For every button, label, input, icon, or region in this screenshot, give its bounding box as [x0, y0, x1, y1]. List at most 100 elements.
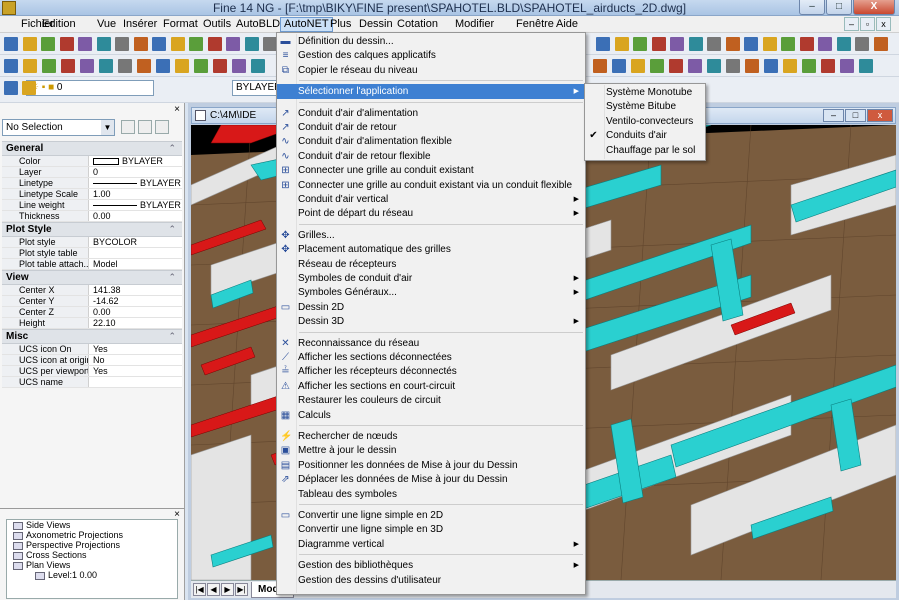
drawing-maximize-button[interactable]: □: [845, 109, 866, 122]
property-value[interactable]: Yes: [89, 366, 182, 376]
menu-fen-tre[interactable]: Fenêtre: [513, 17, 557, 32]
toolbar-button-icon[interactable]: [726, 59, 740, 73]
property-row[interactable]: Plot style BYCOLOR: [2, 237, 182, 248]
property-row[interactable]: Line weight BYLAYER: [2, 200, 182, 211]
property-row[interactable]: Center Y -14.62: [2, 296, 182, 307]
menu-item-gestion-des-calques-applicatifs[interactable]: ≡ Gestion des calques applicatifs: [277, 48, 585, 63]
property-value[interactable]: [89, 377, 182, 387]
menu-vue[interactable]: Vue: [94, 17, 119, 32]
toolbar-button-icon[interactable]: [170, 37, 185, 51]
toolbar-button-icon[interactable]: [194, 59, 208, 73]
toolbar-button-icon[interactable]: [873, 37, 888, 51]
toolbar-button-icon[interactable]: [175, 59, 189, 73]
menu-item-conduit-d-air-de-retour-flexible[interactable]: ∿ Conduit d'air de retour flexible: [277, 149, 585, 164]
property-value[interactable]: BYCOLOR: [89, 237, 182, 247]
property-value[interactable]: 0: [89, 167, 182, 177]
toolbar-button-icon[interactable]: [781, 37, 795, 51]
menu-item-ventilo-convecteurs[interactable]: Ventilo-convecteurs: [585, 114, 705, 129]
menu-item-positionner-les-donnees-de-mise-a-jour-du-dessin[interactable]: ▤ Positionner les données de Mise à jour …: [277, 458, 585, 473]
menu-item-systeme-monotube[interactable]: Système Monotube: [585, 85, 705, 100]
menu-item-connecter-une-grille-au-conduit-existant-via-un-conduit-flexible[interactable]: ⊞ Connecter une grille au conduit existan…: [277, 178, 585, 193]
toolbar-button-icon[interactable]: [207, 37, 222, 51]
menu-item-rechercher-de-n-uds[interactable]: ⚡ Rechercher de nœuds: [277, 429, 585, 444]
tree-item[interactable]: Plan Views: [7, 560, 177, 570]
section-misc[interactable]: Misc ⌃: [2, 329, 182, 344]
color-combo[interactable]: BYLAYER: [232, 80, 281, 96]
menu-item-afficher-les-sections-deconnectees[interactable]: ⟋ Afficher les sections déconnectées: [277, 350, 585, 365]
toolbar-button-icon[interactable]: [137, 59, 151, 73]
collapse-icon[interactable]: ⌃: [168, 330, 176, 343]
toolbar-button-icon[interactable]: [688, 37, 703, 51]
toolbar-button-icon[interactable]: [707, 37, 721, 51]
menu-item-conduit-d-air-d-alimentation-flexible[interactable]: ∿ Conduit d'air d'alimentation flexible: [277, 134, 585, 149]
toolbar-button-icon[interactable]: [22, 37, 37, 51]
toolbar-button-icon[interactable]: [596, 37, 610, 51]
menu-item-afficher-les-sections-en-court-circuit[interactable]: ⚠ Afficher les sections en court-circuit: [277, 379, 585, 394]
property-value[interactable]: 1.00: [89, 189, 182, 199]
property-row[interactable]: UCS icon On Yes: [2, 344, 182, 355]
prev-tab-icon[interactable]: ◀: [207, 583, 220, 596]
toolbar-button-icon[interactable]: [226, 37, 240, 51]
toolbar-button-icon[interactable]: [799, 37, 814, 51]
property-value[interactable]: 141.38: [89, 285, 182, 295]
property-value[interactable]: BYLAYER: [89, 156, 182, 166]
close-button[interactable]: X: [853, 0, 895, 15]
menu-item-dessin-2d[interactable]: ▭ Dessin 2D: [277, 300, 585, 315]
toolbar-button-icon[interactable]: [133, 37, 148, 51]
menu-item-conduits-d-air[interactable]: ✔ Conduits d'air: [585, 128, 705, 143]
menu-item-restaurer-les-couleurs-de-circuit[interactable]: Restaurer les couleurs de circuit: [277, 393, 585, 408]
menu-dessin[interactable]: Dessin: [356, 17, 396, 32]
tree-item[interactable]: Axonometric Projections: [7, 530, 177, 540]
menu-item-conduit-d-air-d-alimentation[interactable]: ↗ Conduit d'air d'alimentation: [277, 106, 585, 121]
property-row[interactable]: Center X 141.38: [2, 285, 182, 296]
menu-item-reconnaissance-du-reseau[interactable]: ✕ Reconnaissance du réseau: [277, 336, 585, 351]
menu-item-mettre-a-jour-le-dessin[interactable]: ▣ Mettre à jour le dessin: [277, 443, 585, 458]
toolbar-button-icon[interactable]: [4, 59, 18, 73]
menu-item-diagramme-vertical[interactable]: Diagramme vertical ▶: [277, 537, 585, 552]
property-row[interactable]: UCS icon at origin No: [2, 355, 182, 366]
section-general[interactable]: General ⌃: [2, 141, 182, 156]
menu-item-reseau-de-recepteurs[interactable]: Réseau de récepteurs: [277, 257, 585, 272]
toolbar-button-icon[interactable]: [840, 59, 854, 73]
toolbar-button-icon[interactable]: [669, 59, 683, 73]
menu-item-gestion-des-bibliotheques[interactable]: Gestion des bibliothèques ▶: [277, 558, 585, 573]
toolbar-button-icon[interactable]: [156, 59, 170, 73]
selection-combo[interactable]: No Selection ▼: [2, 119, 115, 136]
menu-item-chauffage-par-le-sol[interactable]: Chauffage par le sol: [585, 143, 705, 158]
property-value[interactable]: Model: [89, 259, 182, 269]
toolbar-button-icon[interactable]: [251, 59, 265, 73]
drawing-minimize-button[interactable]: –: [823, 109, 844, 122]
chevron-down-icon[interactable]: ▼: [101, 120, 114, 135]
property-row[interactable]: Height 22.10: [2, 318, 182, 329]
toolbar-button-icon[interactable]: [650, 59, 664, 73]
doc-close-button[interactable]: x: [876, 17, 891, 31]
property-row[interactable]: Color BYLAYER: [2, 156, 182, 167]
property-row[interactable]: Plot style table: [2, 248, 182, 259]
menu-item-grilles[interactable]: ✥ Grilles...: [277, 228, 585, 243]
menu-outils[interactable]: Outils: [200, 17, 234, 32]
toolbar-button-icon[interactable]: [612, 59, 626, 73]
toolbar-button-icon[interactable]: [821, 59, 835, 73]
property-row[interactable]: UCS name: [2, 377, 182, 388]
menu-item-calculs[interactable]: ▦ Calculs: [277, 408, 585, 423]
menu-item-selectionner-l-application[interactable]: Sélectionner l'application ▶: [277, 84, 585, 100]
toolbar-button-icon[interactable]: [23, 59, 37, 73]
toolbar-button-icon[interactable]: [818, 37, 832, 51]
menu-item-conduit-d-air-vertical[interactable]: Conduit d'air vertical ▶: [277, 192, 585, 207]
toolbar-button-icon[interactable]: [78, 37, 92, 51]
toolbar-button-icon[interactable]: [244, 37, 259, 51]
menu-item-point-de-depart-du-reseau[interactable]: Point de départ du réseau ▶: [277, 206, 585, 221]
collapse-icon[interactable]: ⌃: [168, 223, 176, 236]
property-row[interactable]: Linetype Scale 1.00: [2, 189, 182, 200]
menu-item-symboles-generaux[interactable]: Symboles Généraux... ▶: [277, 285, 585, 300]
toolbar-button-icon[interactable]: [614, 37, 629, 51]
section-plot-style[interactable]: Plot Style ⌃: [2, 222, 182, 237]
property-row[interactable]: Linetype BYLAYER: [2, 178, 182, 189]
menu-ins-rer[interactable]: Insérer: [120, 17, 160, 32]
next-tab-icon[interactable]: ▶: [221, 583, 234, 596]
toolbar-button-icon[interactable]: [118, 59, 132, 73]
section-view[interactable]: View ⌃: [2, 270, 182, 285]
toolbar-button-icon[interactable]: [99, 59, 113, 73]
toolbar-button-icon[interactable]: [4, 81, 18, 95]
menu-item-connecter-une-grille-au-conduit-existant[interactable]: ⊞ Connecter une grille au conduit existan…: [277, 163, 585, 178]
